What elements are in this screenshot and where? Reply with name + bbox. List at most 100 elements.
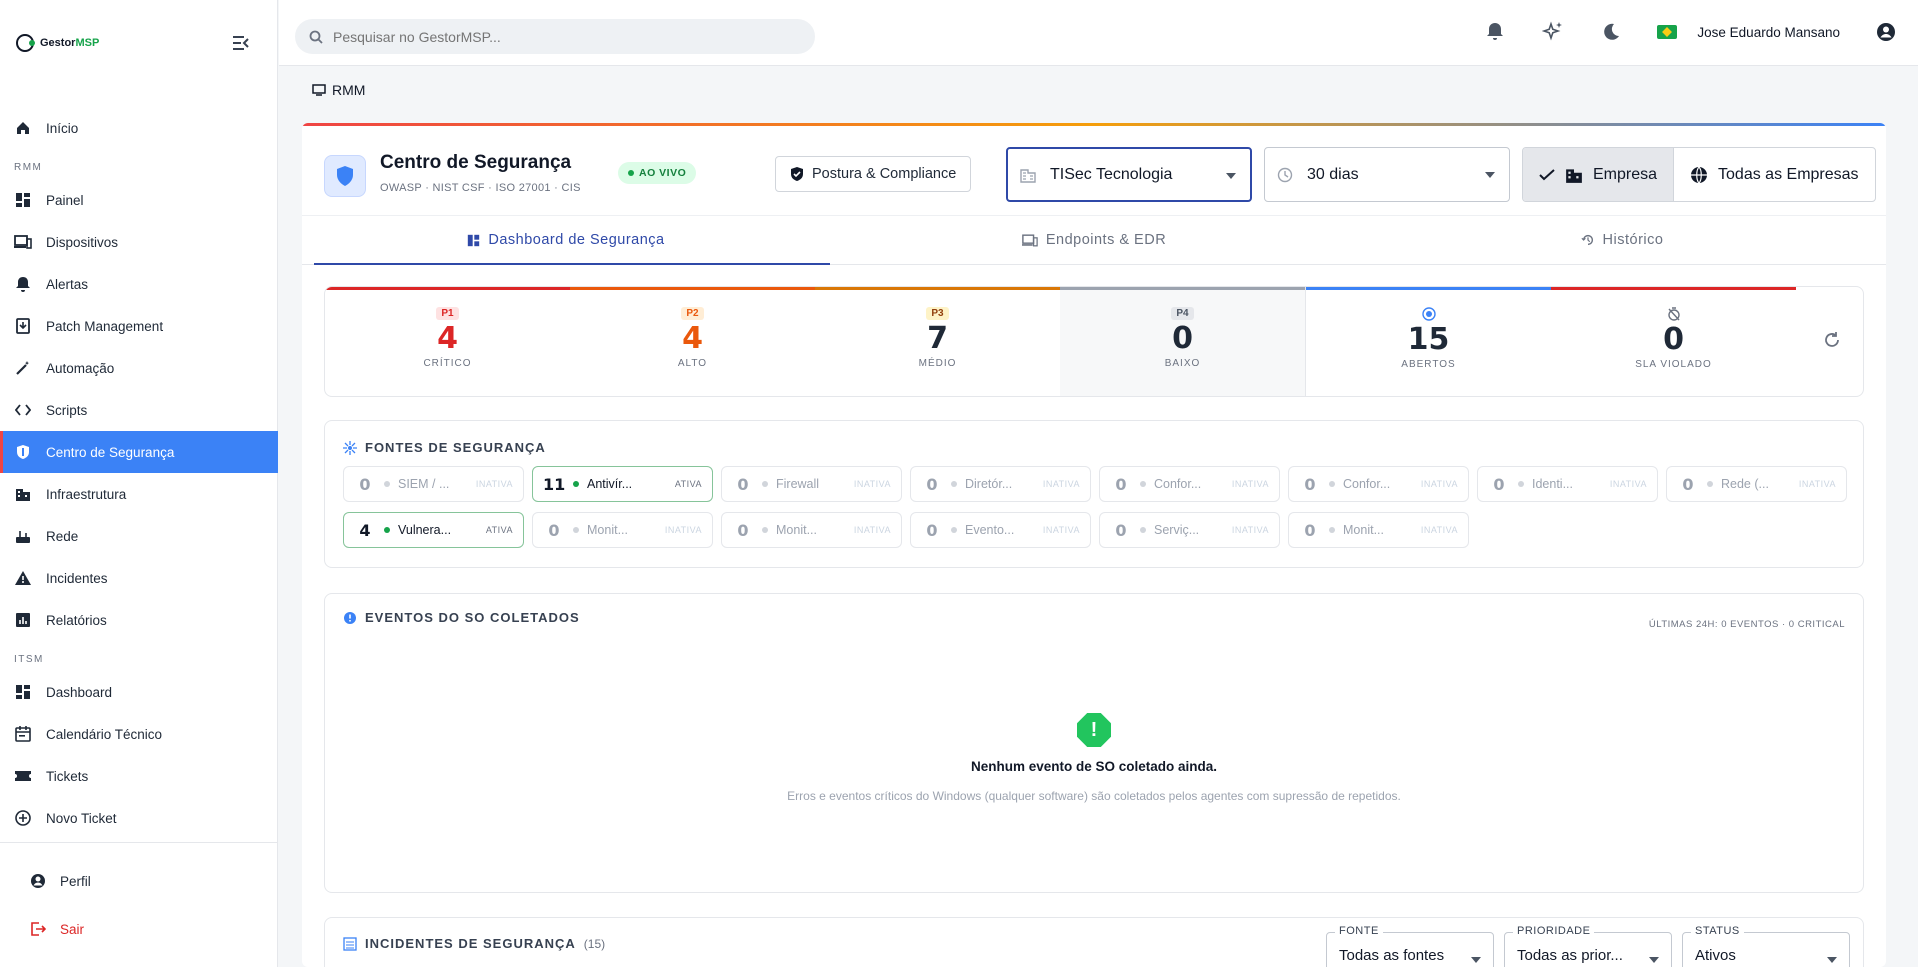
wand-icon — [14, 359, 32, 377]
source-chip[interactable]: 0 Diretór... INATIVA — [910, 466, 1091, 502]
empty-state-title: Nenhum evento de SO coletado ainda. — [970, 759, 1218, 774]
sidebar-item-dashboard[interactable]: Dashboard — [0, 671, 278, 713]
source-count: 0 — [737, 474, 749, 494]
scope-company-option[interactable]: Empresa — [1523, 148, 1674, 201]
sidebar-item-alertas[interactable]: Alertas — [0, 263, 278, 305]
source-count: 0 — [1304, 474, 1316, 494]
sidebar-item-painel[interactable]: Painel — [0, 179, 278, 221]
sidebar-item-tickets[interactable]: Tickets — [0, 755, 278, 797]
status-dot-icon — [951, 527, 957, 533]
brand-logo[interactable]: GestorMSP — [16, 34, 99, 52]
os-events: EVENTOS DO SO COLETADOS ÚLTIMAS 24H: 0 E… — [324, 593, 1864, 893]
user-circle-icon — [30, 873, 46, 889]
section-label-itsm: ITSM — [14, 653, 44, 665]
page-subtitle: OWASP · NIST CSF · ISO 27001 · CIS — [380, 182, 581, 194]
sidebar-item-relatorios[interactable]: Relatórios — [0, 599, 278, 641]
source-count: 0 — [1115, 520, 1127, 540]
source-chip[interactable]: 0 SIEM / ... INATIVA — [343, 466, 524, 502]
source-chip[interactable]: 0 Monit... INATIVA — [721, 512, 902, 548]
sidebar-item-dispositivos[interactable]: Dispositivos — [0, 221, 278, 263]
stat-sla-violated[interactable]: 0 SLA VIOLADO — [1551, 287, 1796, 396]
sidebar-item-centro-de-seguranca[interactable]: Centro de Segurança — [0, 431, 278, 473]
stat-value: 0 — [1172, 321, 1193, 356]
status-filter-select[interactable]: STATUS Ativos — [1682, 925, 1850, 967]
notifications-bell-icon[interactable] — [1483, 20, 1507, 44]
scope-all-companies-option[interactable]: Todas as Empresas — [1673, 148, 1875, 201]
source-name: Diretór... — [965, 477, 1013, 491]
breadcrumb-label[interactable]: RMM — [332, 82, 365, 98]
stat-p1-critical[interactable]: P1 4 CRÍTICO — [325, 287, 570, 396]
live-status-badge: AO VIVO — [618, 162, 697, 184]
stat-p4-low[interactable]: P4 0 BAIXO — [1060, 287, 1305, 396]
tab-endpoints-edr[interactable]: Endpoints & EDR — [830, 216, 1358, 264]
stat-value: 4 — [682, 321, 703, 356]
radio-target-icon — [1421, 307, 1436, 321]
refresh-icon[interactable] — [1823, 331, 1841, 349]
period-select[interactable]: 30 dias — [1264, 147, 1510, 202]
brazil-flag-icon[interactable] — [1657, 25, 1678, 39]
stat-open[interactable]: 15 ABERTOS — [1306, 287, 1551, 396]
sidebar-item-infraestrutura[interactable]: Infraestrutura — [0, 473, 278, 515]
source-filter-select[interactable]: FONTE Todas as fontes — [1326, 925, 1494, 967]
tab-dashboard-seguranca[interactable]: Dashboard de Segurança — [302, 216, 830, 265]
section-title: FONTES DE SEGURANÇA — [343, 440, 546, 455]
stat-p3-medium[interactable]: P3 7 MÉDIO — [815, 287, 1060, 396]
status-dot-icon — [1140, 481, 1146, 487]
source-chip[interactable]: 4 Vulnera... ATIVA — [343, 512, 524, 548]
sidebar-item-rede[interactable]: Rede — [0, 515, 278, 557]
stat-p2-high[interactable]: P2 4 ALTO — [570, 287, 815, 396]
source-chip[interactable]: 0 Monit... INATIVA — [1288, 512, 1469, 548]
logout-label: Sair — [60, 921, 85, 937]
patch-icon — [14, 317, 32, 335]
source-name: Monit... — [587, 523, 628, 537]
source-chip[interactable]: 11 Antivír... ATIVA — [532, 466, 713, 502]
company-select[interactable]: TISec Tecnologia — [1006, 147, 1252, 202]
chevron-down-icon — [1471, 957, 1481, 963]
account-circle-icon[interactable] — [1874, 20, 1898, 44]
sidebar-item-incidentes[interactable]: Incidentes — [0, 557, 278, 599]
chevron-down-icon — [1226, 173, 1236, 179]
user-name[interactable]: Jose Eduardo Mansano — [1697, 25, 1840, 40]
security-incidents: INCIDENTES DE SEGURANÇA (15) FONTE Todas… — [324, 917, 1864, 967]
stat-value: 15 — [1407, 322, 1450, 357]
source-chip[interactable]: 0 Evento... INATIVA — [910, 512, 1091, 548]
security-sources: FONTES DE SEGURANÇA 0 SIEM / ... INATIVA 11… — [324, 420, 1864, 568]
search-input[interactable] — [333, 28, 793, 45]
search-bar[interactable] — [295, 19, 815, 54]
collapse-menu-icon[interactable] — [232, 36, 252, 56]
sidebar-item-calendario-tecnico[interactable]: Calendário Técnico — [0, 713, 278, 755]
posture-compliance-button[interactable]: Postura & Compliance — [775, 156, 972, 192]
status-dot-icon — [1707, 481, 1713, 487]
logout-link[interactable]: Sair — [0, 905, 278, 953]
tab-label: Endpoints & EDR — [1045, 232, 1167, 248]
source-chip[interactable]: 0 Rede (... INATIVA — [1666, 466, 1847, 502]
building-icon — [1565, 166, 1583, 184]
priority-filter-select[interactable]: PRIORIDADE Todas as prior... — [1504, 925, 1672, 967]
dark-mode-moon-icon[interactable] — [1599, 20, 1623, 44]
source-chip[interactable]: 0 Firewall INATIVA — [721, 466, 902, 502]
sidebar-item-label: Rede — [46, 528, 79, 544]
logout-icon — [30, 921, 46, 937]
sidebar-item-label: Tickets — [46, 768, 89, 784]
source-chip[interactable]: 0 Monit... INATIVA — [532, 512, 713, 548]
profile-link[interactable]: Perfil — [0, 857, 278, 905]
sidebar-item-inicio[interactable]: Início — [0, 107, 278, 149]
alert-octagon-icon: ! — [1077, 713, 1111, 747]
priority-badge: P2 — [681, 307, 704, 320]
source-chip[interactable]: 0 Identi... INATIVA — [1477, 466, 1658, 502]
filter-value: Todas as fontes — [1339, 947, 1445, 964]
sidebar-item-automacao[interactable]: Automação — [0, 347, 278, 389]
sidebar-item-novo-ticket[interactable]: Novo Ticket — [0, 797, 278, 839]
source-status: INATIVA — [1420, 525, 1458, 535]
source-status: INATIVA — [1231, 525, 1269, 535]
hub-icon — [343, 440, 357, 455]
source-chip[interactable]: 0 Confor... INATIVA — [1099, 466, 1280, 502]
source-chip[interactable]: 0 Confor... INATIVA — [1288, 466, 1469, 502]
tab-label: Dashboard de Segurança — [488, 232, 665, 248]
sidebar-item-scripts[interactable]: Scripts — [0, 389, 278, 431]
ai-sparkle-icon[interactable] — [1541, 20, 1565, 44]
sidebar-item-patch-management[interactable]: Patch Management — [0, 305, 278, 347]
incident-stats: P1 4 CRÍTICO P2 4 ALTO P3 7 MÉDIO P4 0 B… — [324, 286, 1864, 397]
tab-historico[interactable]: Histórico — [1358, 216, 1886, 264]
source-chip[interactable]: 0 Serviç... INATIVA — [1099, 512, 1280, 548]
